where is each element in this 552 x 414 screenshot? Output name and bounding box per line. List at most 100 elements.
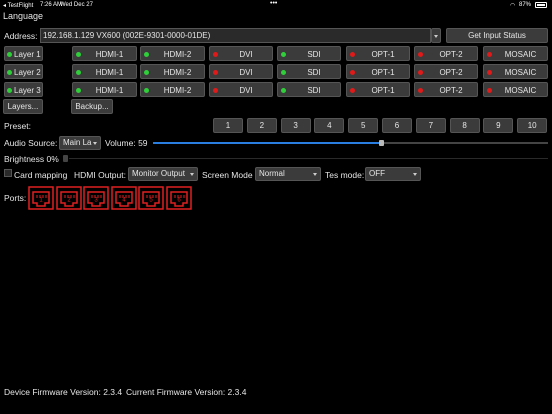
volume-slider-fill: [153, 142, 382, 144]
status-time: 7:26 AM: [40, 2, 63, 8]
ports-label: Ports:: [4, 193, 27, 203]
wifi-icon: ◠: [510, 3, 516, 9]
preset-button-3[interactable]: 3: [280, 118, 311, 133]
get-input-status-button[interactable]: Get Input Status: [446, 28, 548, 43]
preset-label: Preset:: [4, 121, 31, 131]
hdmi-output-value: Monitor Output: [132, 169, 185, 178]
source-button-sdi[interactable]: SDI: [277, 82, 341, 97]
source-status-dot: [487, 88, 492, 93]
port-number: 6: [177, 198, 181, 204]
source-label: DVI: [239, 50, 253, 59]
source-label: OPT-1: [371, 86, 395, 95]
preset-button-2[interactable]: 2: [246, 118, 277, 133]
ethernet-port-icon[interactable]: 4: [111, 186, 137, 210]
chevron-down-icon: [413, 173, 417, 176]
tes-mode-select[interactable]: OFF: [365, 167, 421, 181]
back-to-testflight[interactable]: ◂ TestFlight: [3, 2, 33, 9]
layer-status-dot: [7, 52, 12, 57]
source-label: OPT-1: [371, 50, 395, 59]
address-field[interactable]: 192.168.1.129 VX600 (002E-9301-0000-01DE…: [40, 28, 431, 43]
brightness-slider-thumb[interactable]: [63, 155, 68, 162]
source-label: SDI: [307, 86, 321, 95]
preset-button-9[interactable]: 9: [483, 118, 514, 133]
card-mapping-checkbox[interactable]: [4, 169, 12, 177]
source-button-opt-1[interactable]: OPT-1: [346, 64, 410, 79]
source-button-hdmi-1[interactable]: HDMI-1: [72, 46, 137, 61]
preset-button-1[interactable]: 1: [213, 118, 243, 133]
status-date: Wed Dec 27: [60, 2, 93, 8]
layer-status-dot: [7, 88, 12, 93]
source-label: HDMI-1: [95, 50, 124, 59]
source-button-hdmi-2[interactable]: HDMI-2: [140, 82, 205, 97]
ethernet-port-icon[interactable]: 1: [28, 186, 54, 210]
source-status-dot: [76, 52, 81, 57]
port-number: 3: [95, 198, 99, 204]
source-status-dot: [213, 52, 218, 57]
source-button-hdmi-2[interactable]: HDMI-2: [140, 46, 205, 61]
preset-button-8[interactable]: 8: [449, 118, 480, 133]
ethernet-port-icon[interactable]: 3: [83, 186, 109, 210]
brightness-label: Brightness 0%: [4, 154, 59, 164]
source-button-opt-2[interactable]: OPT-2: [414, 82, 478, 97]
volume-slider[interactable]: [153, 140, 548, 146]
volume-label: Volume: 59: [105, 138, 148, 148]
source-button-sdi[interactable]: SDI: [277, 46, 341, 61]
source-status-dot: [350, 88, 355, 93]
ethernet-port-icon[interactable]: 6: [166, 186, 192, 210]
audio-source-select[interactable]: Main La: [59, 136, 101, 150]
layer-button-3[interactable]: Layer 3: [4, 82, 43, 97]
address-label: Address:: [4, 31, 38, 41]
layers-button[interactable]: Layers...: [3, 99, 43, 114]
source-button-dvi[interactable]: DVI: [209, 64, 273, 79]
source-button-dvi[interactable]: DVI: [209, 82, 273, 97]
source-status-dot: [144, 70, 149, 75]
brightness-slider[interactable]: [69, 158, 548, 159]
source-button-mosaic[interactable]: MOSAIC: [483, 46, 548, 61]
battery-percent: 87%: [519, 2, 532, 8]
chevron-down-icon: [434, 35, 438, 38]
preset-button-7[interactable]: 7: [415, 118, 446, 133]
source-button-hdmi-1[interactable]: HDMI-1: [72, 82, 137, 97]
source-status-dot: [350, 52, 355, 57]
source-button-hdmi-1[interactable]: HDMI-1: [72, 64, 137, 79]
preset-button-6[interactable]: 6: [382, 118, 412, 133]
backup-button[interactable]: Backup...: [71, 99, 113, 114]
source-label: OPT-2: [439, 50, 463, 59]
source-button-opt-2[interactable]: OPT-2: [414, 64, 478, 79]
source-button-opt-2[interactable]: OPT-2: [414, 46, 478, 61]
chevron-down-icon: [93, 142, 97, 145]
address-dropdown[interactable]: [431, 28, 441, 43]
ethernet-port-icon[interactable]: 5: [138, 186, 165, 210]
port-number: 2: [67, 198, 71, 204]
source-status-dot: [281, 88, 286, 93]
screen-mode-select[interactable]: Normal: [255, 167, 321, 181]
hdmi-output-select[interactable]: Monitor Output: [128, 167, 198, 181]
layer-button-1[interactable]: Layer 1: [4, 46, 43, 61]
source-label: HDMI-2: [163, 86, 192, 95]
volume-slider-thumb[interactable]: [379, 140, 385, 146]
source-button-opt-1[interactable]: OPT-1: [346, 82, 410, 97]
source-button-hdmi-2[interactable]: HDMI-2: [140, 64, 205, 79]
source-button-sdi[interactable]: SDI: [277, 64, 341, 79]
audio-source-value: Main La: [63, 138, 92, 147]
layer-button-2[interactable]: Layer 2: [4, 64, 43, 79]
preset-button-5[interactable]: 5: [348, 118, 379, 133]
source-label: OPT-2: [439, 86, 463, 95]
source-status-dot: [418, 52, 423, 57]
source-button-mosaic[interactable]: MOSAIC: [483, 64, 548, 79]
preset-button-4[interactable]: 4: [314, 118, 345, 133]
source-label: HDMI-1: [95, 86, 124, 95]
source-button-mosaic[interactable]: MOSAIC: [483, 82, 548, 97]
language-menu[interactable]: Language: [3, 11, 43, 21]
layer-label: Layer 2: [14, 68, 41, 77]
multitask-dots: •••: [270, 0, 278, 7]
source-button-dvi[interactable]: DVI: [209, 46, 273, 61]
source-button-opt-1[interactable]: OPT-1: [346, 46, 410, 61]
current-firmware-version: Current Firmware Version: 2.3.4: [126, 387, 247, 397]
source-label: HDMI-2: [163, 50, 192, 59]
preset-button-10[interactable]: 10: [517, 118, 548, 133]
ethernet-port-icon[interactable]: 2: [55, 186, 82, 210]
source-label: DVI: [239, 68, 253, 77]
source-label: MOSAIC: [504, 68, 537, 77]
source-label: DVI: [239, 86, 253, 95]
